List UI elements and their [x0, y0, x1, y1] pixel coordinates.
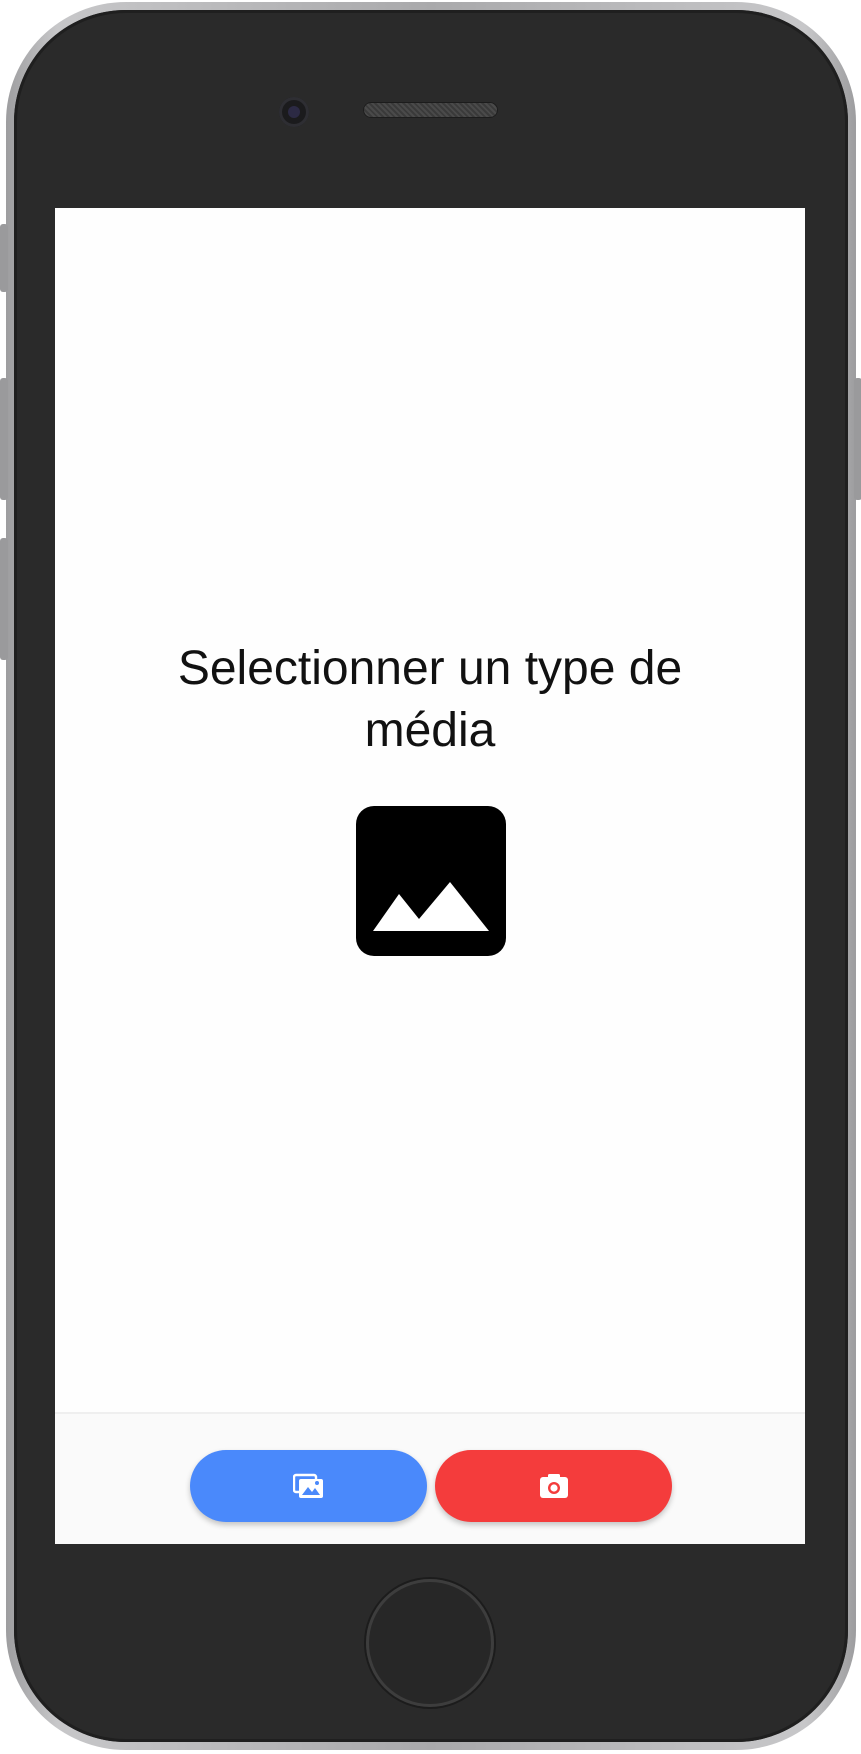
- content-area: Selectionner un type de média: [55, 208, 805, 1412]
- gallery-icon: [292, 1473, 323, 1498]
- mute-switch: [0, 224, 8, 292]
- app-screen: Selectionner un type de média: [55, 208, 805, 1544]
- earpiece-speaker: [363, 102, 498, 118]
- camera-icon: [539, 1474, 568, 1498]
- image-icon[interactable]: [356, 806, 506, 956]
- gallery-button[interactable]: [190, 1450, 427, 1522]
- bottom-action-bar: [55, 1412, 805, 1544]
- home-button[interactable]: [366, 1579, 494, 1707]
- page-title: Selectionner un type de média: [177, 642, 683, 757]
- front-camera: [279, 97, 309, 127]
- volume-down-button: [0, 538, 8, 660]
- camera-button[interactable]: [435, 1450, 672, 1522]
- volume-up-button: [0, 378, 8, 500]
- power-button: [854, 378, 861, 500]
